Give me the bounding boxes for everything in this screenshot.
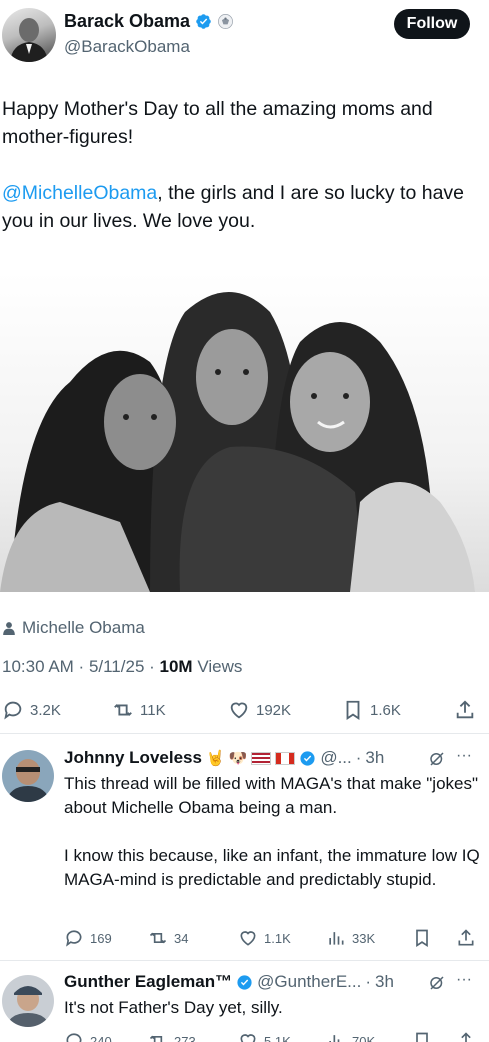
reply-time[interactable]: 3h — [365, 748, 384, 768]
us-flag-icon — [251, 751, 272, 765]
author-avatar[interactable] — [2, 8, 56, 62]
separator-dot: · — [365, 972, 372, 991]
separator-dot: · — [355, 748, 362, 767]
reply-header: Johnny Loveless 🤘 🐶 @... · 3h — [64, 748, 384, 768]
reply-actions: 169 34 1.1K 33K — [64, 927, 484, 949]
repost-icon — [149, 932, 167, 944]
reply-author-handle[interactable]: @... — [320, 748, 351, 768]
view-count: 70K — [352, 1033, 376, 1042]
grok-icon[interactable] — [428, 750, 446, 768]
analytics-button[interactable]: 70K — [326, 1031, 375, 1042]
verified-badge-icon — [237, 974, 252, 990]
more-icon[interactable]: ··· — [456, 747, 472, 765]
reply-count: 3.2K — [30, 701, 61, 719]
share-icon — [456, 700, 474, 719]
like-button[interactable]: 1.1K — [238, 928, 291, 948]
repost-button[interactable]: 273 — [148, 1031, 196, 1042]
repost-count: 273 — [174, 1033, 196, 1042]
like-button[interactable]: 5.1K — [238, 1031, 291, 1042]
author-name[interactable]: Barack Obama — [64, 11, 190, 31]
reply-icon — [66, 930, 82, 947]
reply-button[interactable]: 169 — [64, 928, 112, 948]
like-icon — [240, 931, 256, 946]
repost-count: 11K — [140, 701, 166, 719]
reply-button[interactable]: 3.2K — [2, 699, 61, 721]
divider — [0, 733, 489, 734]
grok-icon[interactable] — [428, 974, 446, 992]
repost-button[interactable]: 34 — [148, 928, 188, 948]
reply-text-paragraph-1: This thread will be filled with MAGA's t… — [64, 774, 479, 817]
reply-button[interactable]: 240 — [64, 1031, 112, 1042]
reply-count: 169 — [90, 930, 112, 946]
verified-badge-icon — [300, 750, 315, 766]
reply-author-name[interactable]: Gunther Eagleman™ — [64, 972, 232, 992]
tweet-date[interactable]: 5/11/25 — [89, 657, 144, 676]
more-icon[interactable]: ··· — [456, 971, 472, 989]
verified-badge-icon — [196, 14, 211, 29]
share-button[interactable] — [456, 928, 476, 948]
bookmark-icon — [346, 700, 360, 720]
bookmark-button[interactable] — [412, 928, 432, 948]
reply-actions: 240 273 5.1K 70K — [64, 1030, 484, 1042]
like-icon — [240, 1034, 256, 1042]
share-icon — [461, 1032, 471, 1042]
view-count: 33K — [352, 930, 376, 946]
reply-author-name[interactable]: Johnny Loveless — [64, 748, 202, 768]
tagged-user-name[interactable]: Michelle Obama — [22, 618, 145, 638]
tweet-time[interactable]: 10:30 AM — [2, 657, 74, 676]
tweet-photo[interactable] — [0, 272, 489, 592]
analytics-icon — [329, 1035, 340, 1042]
repost-icon — [114, 704, 132, 716]
person-icon — [3, 622, 15, 635]
share-button[interactable] — [456, 1031, 476, 1042]
bookmark-button[interactable]: 1.6K — [342, 699, 401, 721]
bookmark-icon — [416, 1032, 428, 1042]
reply-text-paragraph-2: I know this because, like an infant, the… — [64, 846, 480, 889]
repost-button[interactable]: 11K — [112, 699, 166, 721]
reply-count: 240 — [90, 1033, 112, 1042]
views-count: 10M — [159, 657, 193, 676]
reply-time[interactable]: 3h — [375, 972, 394, 992]
tweet-text-paragraph-2: @MichelleObama, the girls and I are so l… — [2, 179, 472, 235]
reply-icon — [66, 1033, 82, 1042]
reply-avatar[interactable] — [2, 975, 54, 1027]
rock-hand-emoji: 🤘 — [205, 750, 225, 767]
reply-text: It's not Father's Day yet, silly. — [64, 996, 480, 1020]
follow-button[interactable]: Follow — [394, 9, 470, 39]
bookmark-button[interactable] — [412, 1031, 432, 1042]
like-icon — [230, 702, 248, 719]
canada-flag-icon — [275, 751, 296, 765]
author-handle[interactable]: @BarackObama — [64, 37, 190, 57]
bookmark-icon — [416, 929, 428, 948]
share-button[interactable] — [454, 699, 476, 721]
divider — [0, 960, 489, 961]
mention-link[interactable]: @MichelleObama — [2, 182, 157, 204]
author-name-row[interactable]: Barack Obama — [64, 11, 234, 32]
tweet-meta: 10:30 AM · 5/11/25 · 10M Views — [2, 657, 243, 676]
like-button[interactable]: 192K — [228, 699, 291, 721]
analytics-button[interactable]: 33K — [326, 928, 375, 948]
reply-author-handle[interactable]: @GuntherE... — [257, 972, 361, 992]
dog-emoji: 🐶 — [228, 750, 248, 767]
like-count: 192K — [256, 701, 292, 719]
views-label: Views — [197, 657, 243, 676]
repost-icon — [149, 1035, 163, 1042]
reply-icon — [4, 701, 22, 720]
tweet-actions: 3.2K 11K 192K 1.6K — [0, 697, 489, 723]
analytics-icon — [329, 932, 344, 945]
repost-count: 34 — [174, 930, 189, 946]
reply-text: This thread will be filled with MAGA's t… — [64, 772, 480, 892]
like-count: 5.1K — [264, 1033, 291, 1042]
like-count: 1.1K — [264, 930, 291, 946]
bookmark-count: 1.6K — [370, 701, 401, 719]
reply-header: Gunther Eagleman™ @GuntherE... · 3h — [64, 972, 394, 992]
share-icon — [458, 929, 474, 946]
tweet-body: Happy Mother's Day to all the amazing mo… — [2, 95, 472, 263]
reply-avatar[interactable] — [2, 750, 54, 802]
presidential-seal-icon — [218, 14, 234, 29]
reply-text-paragraph-1: It's not Father's Day yet, silly. — [64, 998, 283, 1017]
tweet-text-paragraph-1: Happy Mother's Day to all the amazing mo… — [2, 98, 433, 148]
tagged-user[interactable]: Michelle Obama — [2, 618, 145, 638]
